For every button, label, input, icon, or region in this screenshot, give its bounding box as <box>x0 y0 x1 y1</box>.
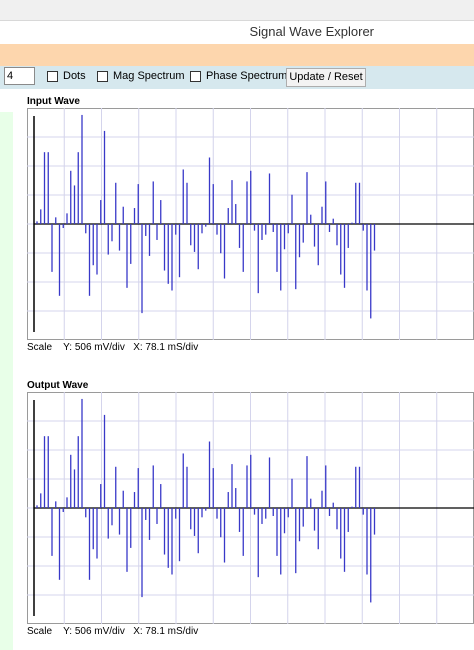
input-wave-title: Input Wave <box>27 96 80 107</box>
title-bar: Signal Wave Explorer <box>0 21 474 44</box>
phase-spectrum-label: Phase Spectrum <box>206 70 288 82</box>
banner-strip <box>0 44 474 66</box>
left-strip <box>0 112 13 650</box>
output-wave-title: Output Wave <box>27 380 89 391</box>
dots-checkbox[interactable] <box>47 71 58 82</box>
output-y-scale: Y: 506 mV/div <box>63 626 125 637</box>
count-input[interactable] <box>4 67 35 85</box>
top-strip <box>0 0 474 21</box>
input-wave-plot <box>27 108 474 340</box>
output-scale-label: Scale <box>27 626 53 637</box>
output-scale-readout: Scale Y: 506 mV/div X: 78.1 mS/div <box>27 626 198 637</box>
mag-spectrum-checkbox[interactable] <box>97 71 108 82</box>
dots-label: Dots <box>63 70 86 82</box>
phase-spectrum-checkbox[interactable] <box>190 71 201 82</box>
input-scale-label: Scale <box>27 342 53 353</box>
update-reset-button[interactable]: Update / Reset <box>286 68 366 87</box>
output-x-scale: X: 78.1 mS/div <box>133 626 199 637</box>
output-wave-plot <box>27 392 474 624</box>
mag-spectrum-label: Mag Spectrum <box>113 70 185 82</box>
input-scale-readout: Scale Y: 506 mV/div X: 78.1 mS/div <box>27 342 198 353</box>
input-y-scale: Y: 506 mV/div <box>63 342 125 353</box>
input-x-scale: X: 78.1 mS/div <box>133 342 199 353</box>
app-title: Signal Wave Explorer <box>249 24 374 39</box>
